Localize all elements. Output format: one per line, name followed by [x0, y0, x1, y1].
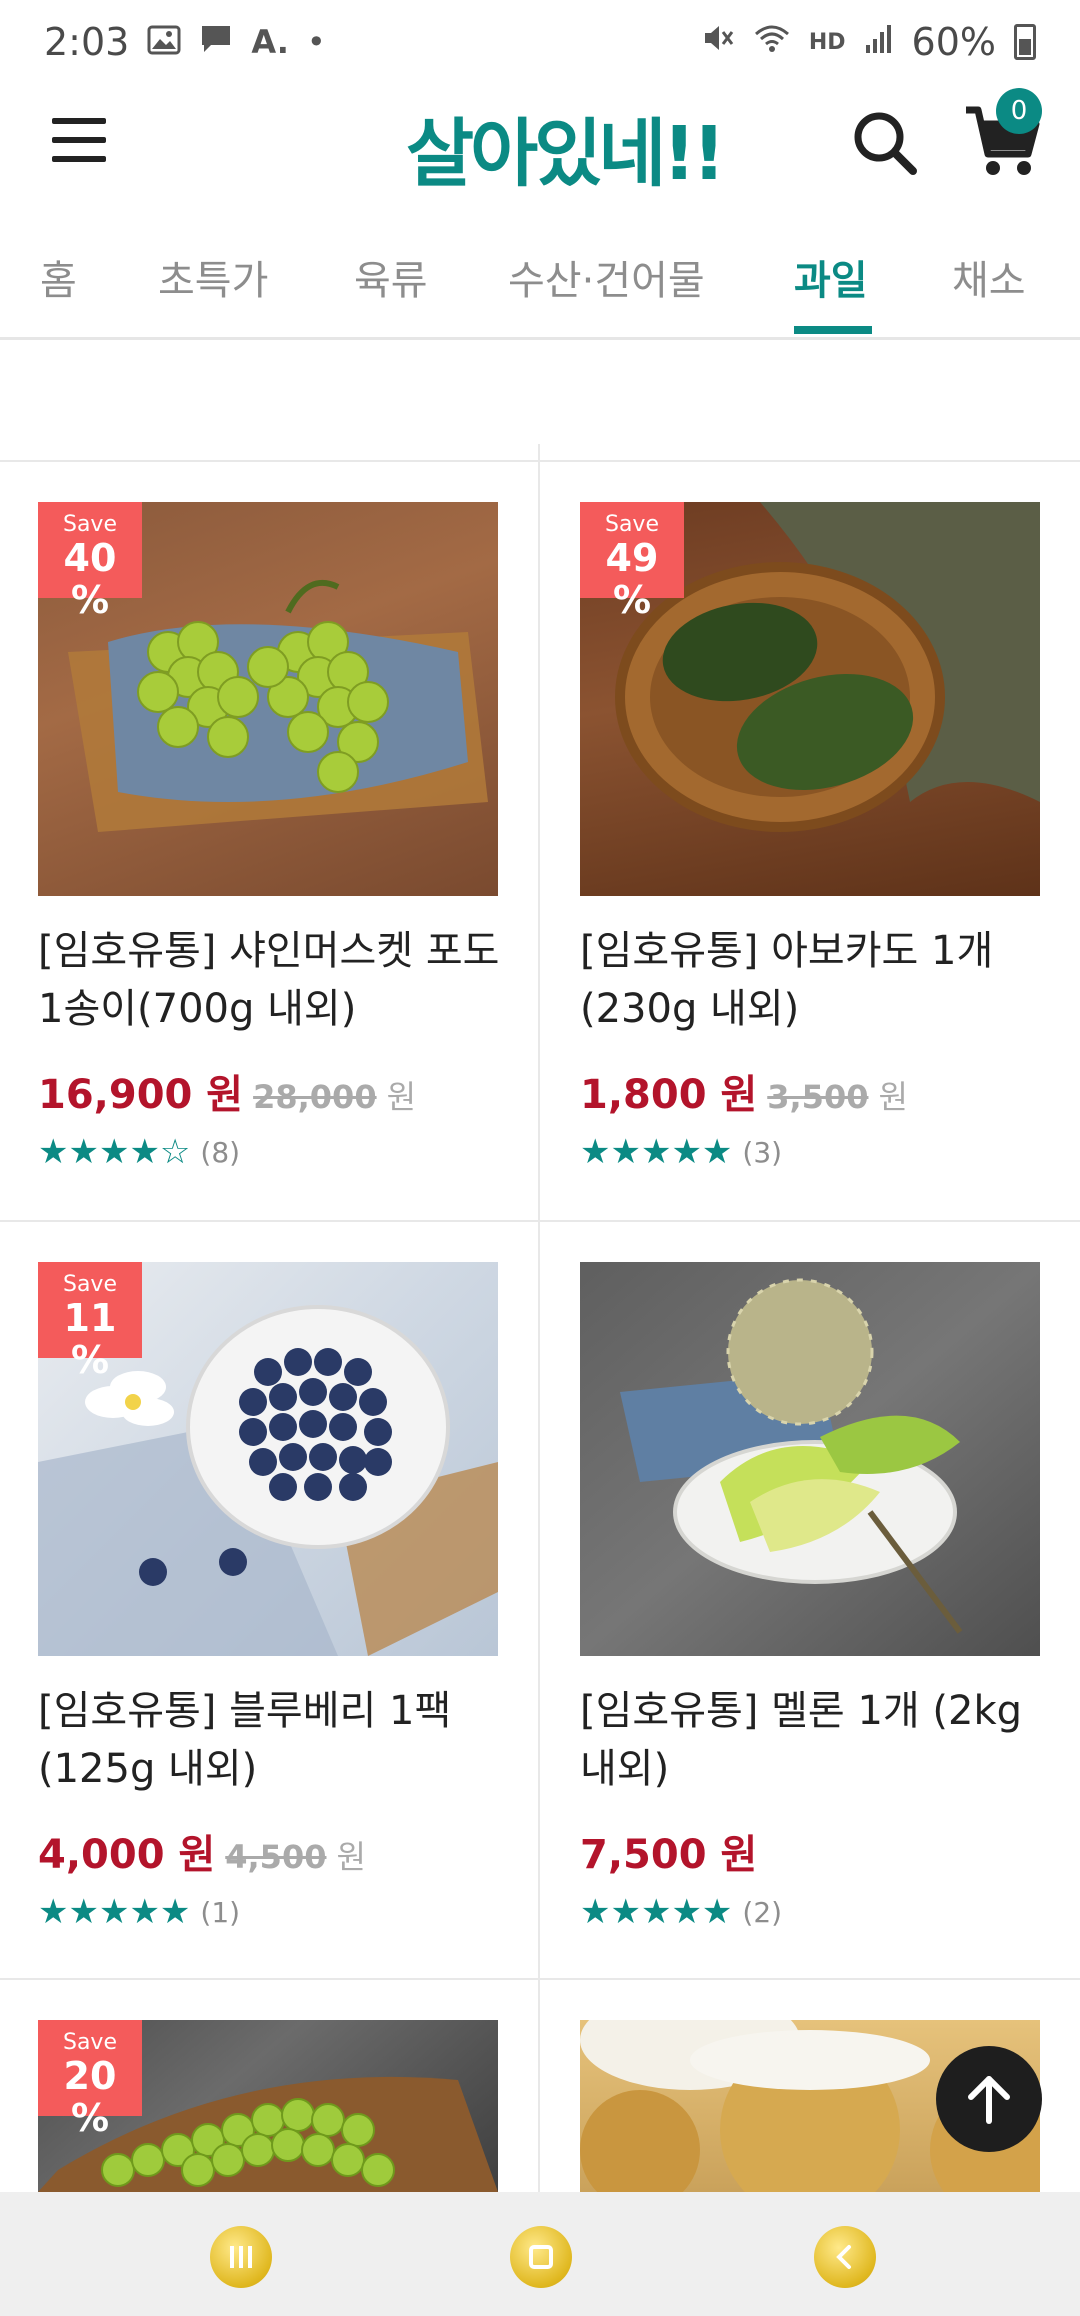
font-app-icon: A. — [251, 23, 289, 61]
review-count: (2) — [742, 1895, 783, 1929]
product-title[interactable]: [임호유통] 멜론 1개 (2kg 내외) — [580, 1682, 1050, 1798]
price-line: 1,800 원 3,500 원 — [580, 1062, 908, 1120]
grid-divider-row — [0, 1220, 1080, 1222]
back-icon[interactable] — [814, 2226, 876, 2288]
product-card[interactable]: Save 20 % — [38, 2020, 498, 2192]
wifi-icon — [753, 20, 791, 64]
battery-icon — [1014, 24, 1036, 60]
product-title[interactable]: [임호유통] 블루베리 1팩(125g 내외) — [38, 1682, 508, 1798]
status-left: 2:03 A. • — [44, 20, 326, 64]
signal-icon — [864, 20, 894, 64]
tab-special-deals[interactable]: 초특가 — [158, 248, 268, 306]
sale-price: 4,000 원 — [38, 1832, 216, 1878]
discount-badge: Save 20 % — [38, 2020, 142, 2139]
star-rating-icon: ★★★★★ — [580, 1892, 733, 1932]
tab-meat[interactable]: 육류 — [354, 248, 428, 306]
system-navigation-bar — [0, 2192, 1080, 2316]
app-header: 살아있네!! 0 — [0, 84, 1080, 200]
product-card[interactable]: Save 49 % [임호유통] 아보카도 1개(230g 내외) 1,800 … — [580, 502, 1040, 1172]
sale-price: 1,800 원 — [580, 1072, 758, 1118]
rating: ★★★★★ (1) — [38, 1892, 240, 1932]
sale-price: 7,500 원 — [580, 1832, 758, 1878]
discount-badge: Save 49 % — [580, 502, 684, 621]
original-price-unit: 원 — [878, 1078, 908, 1116]
review-count: (3) — [742, 1135, 783, 1169]
product-card[interactable]: Save 11 % [임호유통] 블루베리 1팩(125g 내외) 4,000 … — [38, 1262, 498, 1932]
product-title[interactable]: [임호유통] 아보카도 1개(230g 내외) — [580, 922, 1050, 1038]
grid-divider-top — [0, 460, 1080, 462]
image-icon — [147, 20, 181, 64]
clock: 2:03 — [44, 20, 130, 64]
sale-price: 16,900 원 — [38, 1072, 244, 1118]
original-price: 4,500 — [225, 1838, 327, 1876]
tab-seafood[interactable]: 수산·건어물 — [508, 248, 705, 306]
price-line: 16,900 원 28,000 원 — [38, 1062, 416, 1120]
mute-icon — [701, 20, 735, 64]
recent-apps-icon[interactable] — [210, 2226, 272, 2288]
active-tab-indicator — [794, 326, 872, 334]
original-price-unit: 원 — [386, 1078, 417, 1116]
search-icon[interactable] — [850, 108, 920, 178]
product-card[interactable]: Save 40 % [임호유통] 샤인머스켓 포도 1송이(700g 내외) 1… — [38, 502, 499, 1172]
star-rating-icon: ★★★★★ — [38, 1892, 191, 1932]
star-rating-icon: ★★★★☆ — [38, 1132, 191, 1172]
review-count: (8) — [200, 1135, 241, 1169]
menu-icon[interactable] — [52, 118, 106, 162]
avocado-photo[interactable]: Save 49 % — [580, 502, 1040, 896]
green-grapes-photo[interactable]: Save 40 % — [38, 502, 498, 896]
tab-home[interactable]: 홈 — [40, 248, 77, 306]
category-tabs: 홈 초특가 육류 수산·건어물 과일 채소 — [0, 200, 1080, 340]
price-line: 7,500 원 — [580, 1822, 757, 1880]
star-rating-icon: ★★★★★ — [580, 1132, 733, 1172]
status-bar: 2:03 A. • HD 60% — [0, 0, 1080, 84]
rating: ★★★★★ (2) — [580, 1892, 782, 1932]
arrow-up-icon — [968, 2076, 1010, 2124]
review-count: (1) — [200, 1895, 241, 1929]
app-logo[interactable]: 살아있네!! — [406, 94, 726, 201]
tab-vegetables[interactable]: 채소 — [952, 248, 1026, 306]
discount-badge: Save 11 % — [38, 1262, 142, 1381]
home-icon[interactable] — [510, 2226, 572, 2288]
scroll-to-top-button[interactable] — [936, 2046, 1042, 2152]
rating: ★★★★★ (3) — [580, 1132, 782, 1172]
dot-icon: • — [306, 23, 326, 61]
status-right: HD 60% — [701, 20, 1036, 64]
blueberry-photo[interactable]: Save 11 % — [38, 1262, 498, 1656]
hd-voice-icon: HD — [808, 29, 846, 55]
battery-percent: 60% — [911, 20, 996, 64]
price-line: 4,000 원 4,500 원 — [38, 1822, 366, 1880]
product-card[interactable]: [임호유통] 멜론 1개 (2kg 내외) 7,500 원 ★★★★★ (2) — [580, 1262, 1040, 1932]
tab-fruit[interactable]: 과일 — [794, 248, 868, 306]
message-icon — [199, 20, 233, 64]
cart-count-badge[interactable]: 0 — [996, 88, 1042, 134]
original-price: 28,000 — [253, 1078, 377, 1116]
product-title[interactable]: [임호유통] 샤인머스켓 포도 1송이(700g 내외) — [38, 922, 508, 1038]
grid-divider-row — [0, 1978, 1080, 1980]
green-grapes-basket-photo[interactable]: Save 20 % — [38, 2020, 498, 2192]
original-price-unit: 원 — [336, 1838, 366, 1876]
melon-photo[interactable] — [580, 1262, 1040, 1656]
rating: ★★★★☆ (8) — [38, 1132, 240, 1172]
discount-badge: Save 40 % — [38, 502, 142, 621]
original-price: 3,500 — [767, 1078, 869, 1116]
grid-divider-vertical — [538, 444, 540, 2194]
